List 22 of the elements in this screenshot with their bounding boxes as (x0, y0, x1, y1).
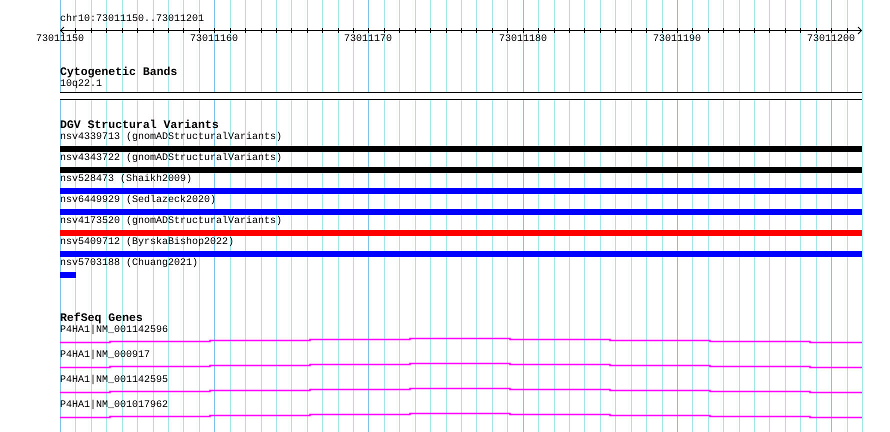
tick-label: 73011180 (499, 34, 547, 46)
band-label: 10q22.1 (60, 79, 102, 91)
variant-label: nsv4343722 (gnomADStructuralVariants) (60, 153, 282, 165)
variant-label: nsv6449929 (Sedlazeck2020) (60, 195, 216, 207)
tick-label: 73011150 (36, 34, 84, 46)
gene-label: P4HA1|NM_000917 (60, 350, 150, 362)
variant-label: nsv5409712 (ByrskaBishop2022) (60, 237, 234, 249)
gene-label: P4HA1|NM_001142596 (60, 325, 168, 337)
tick-label: 73011170 (344, 34, 392, 46)
tick-label: 73011190 (653, 34, 701, 46)
tick-label: 73011160 (190, 34, 238, 46)
ruler-position: chr10:73011150..73011201 (60, 14, 204, 26)
gene-label: P4HA1|NM_001142595 (60, 375, 168, 387)
variant-label: nsv5703188 (Chuang2021) (60, 258, 198, 270)
variant-label: nsv4339713 (gnomADStructuralVariants) (60, 132, 282, 144)
variant-label: nsv528473 (Shaikh2009) (60, 174, 192, 186)
track-title: DGV Structural Variants (60, 120, 219, 132)
variant-label: nsv4173520 (gnomADStructuralVariants) (60, 216, 282, 228)
track-title: RefSeq Genes (60, 313, 143, 325)
gene-label: P4HA1|NM_001017962 (60, 400, 168, 412)
track-title: Cytogenetic Bands (60, 67, 178, 79)
tick-label: 73011200 (807, 34, 855, 46)
